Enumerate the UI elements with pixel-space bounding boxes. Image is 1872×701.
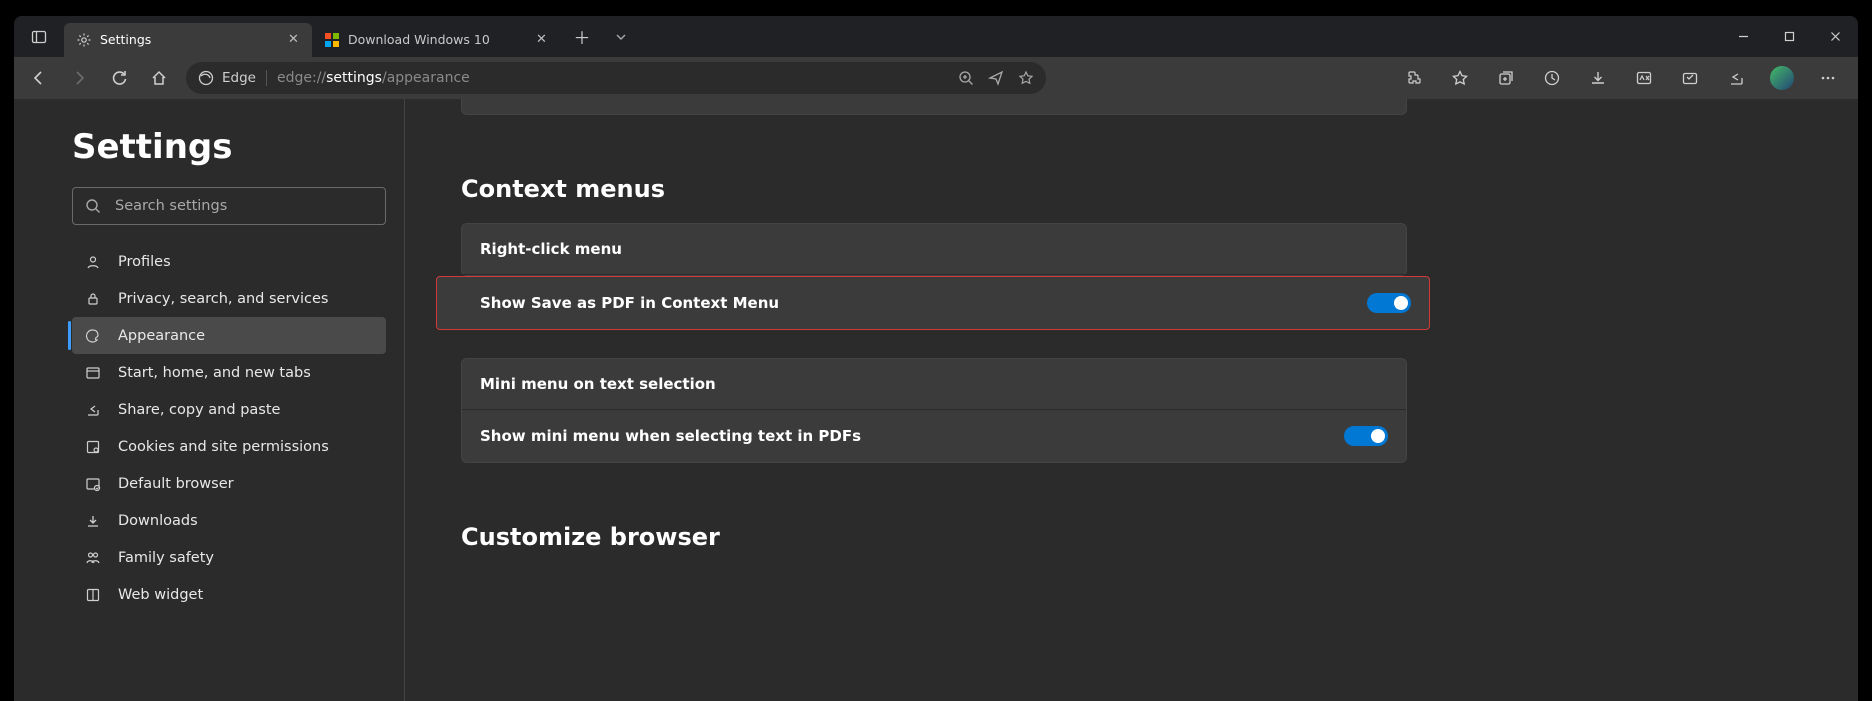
widget-icon — [84, 586, 102, 604]
sidebar-item-label: Family safety — [118, 550, 214, 566]
close-window-button[interactable] — [1812, 17, 1858, 57]
settings-sidebar: Settings Profiles Privacy, search, and s… — [14, 99, 405, 701]
tab-actions-button[interactable] — [14, 29, 64, 45]
gear-icon — [76, 32, 92, 48]
sidebar-item-label: Downloads — [118, 513, 198, 529]
windows-logo-icon — [324, 32, 340, 48]
close-icon[interactable]: ✕ — [533, 31, 550, 48]
sidebar-item-label: Share, copy and paste — [118, 402, 280, 418]
sidebar-item-label: Start, home, and new tabs — [118, 365, 311, 381]
tab-overflow-chevron[interactable] — [598, 17, 644, 57]
family-icon — [84, 549, 102, 567]
more-menu-button[interactable] — [1808, 59, 1848, 97]
share-icon[interactable] — [1716, 59, 1756, 97]
row-save-as-pdf: Show Save as PDF in Context Menu — [462, 277, 1429, 329]
tab-title: Download Windows 10 — [348, 32, 533, 47]
card-mini-menu: Mini menu on text selection Show mini me… — [461, 358, 1407, 463]
download-icon — [84, 512, 102, 530]
sidebar-item-label: Cookies and site permissions — [118, 439, 329, 455]
sidebar-item-label: Profiles — [118, 254, 171, 270]
forward-button[interactable] — [60, 59, 98, 97]
browser-icon — [84, 475, 102, 493]
site-identity[interactable]: Edge — [198, 70, 267, 86]
refresh-button[interactable] — [100, 59, 138, 97]
zoom-icon[interactable] — [958, 70, 974, 86]
row-label: Show Save as PDF in Context Menu — [480, 294, 779, 312]
card-header: Mini menu on text selection — [462, 359, 1406, 410]
edge-logo-icon — [198, 70, 214, 86]
toggle-save-pdf[interactable] — [1367, 293, 1411, 313]
search-icon — [85, 198, 101, 214]
sidebar-item-label: Appearance — [118, 328, 205, 344]
cookies-icon — [84, 438, 102, 456]
history-icon[interactable] — [1532, 59, 1572, 97]
title-bar: Settings ✕ Download Windows 10 ✕ ＋ — [14, 16, 1858, 57]
toolbar: Edge edge://settings/appearance — [14, 57, 1858, 99]
url-text: edge://settings/appearance — [277, 70, 470, 86]
tab-settings[interactable]: Settings ✕ — [64, 23, 312, 57]
sidebar-item-label: Default browser — [118, 476, 234, 492]
close-icon[interactable]: ✕ — [285, 31, 302, 48]
identity-label: Edge — [222, 70, 256, 86]
tab-download-windows[interactable]: Download Windows 10 ✕ — [312, 23, 560, 57]
sidebar-item-label: Web widget — [118, 587, 203, 603]
content-area: Settings Profiles Privacy, search, and s… — [14, 99, 1858, 701]
card-header: Right-click menu — [462, 224, 1406, 275]
minimize-button[interactable] — [1720, 17, 1766, 57]
section-heading-customize: Customize browser — [461, 523, 1818, 551]
sidebar-item-start[interactable]: Start, home, and new tabs — [72, 354, 386, 391]
favorites-icon[interactable] — [1440, 59, 1480, 97]
toolbar-icons — [1394, 59, 1852, 97]
back-button[interactable] — [20, 59, 58, 97]
sidebar-item-family[interactable]: Family safety — [72, 539, 386, 576]
browser-window: Settings ✕ Download Windows 10 ✕ ＋ — [14, 16, 1858, 701]
prev-card-edge — [461, 99, 1407, 115]
downloads-icon[interactable] — [1578, 59, 1618, 97]
favorite-star-icon[interactable] — [1018, 70, 1034, 86]
new-tab-button[interactable]: ＋ — [566, 21, 598, 53]
lock-icon — [84, 290, 102, 308]
sidebar-item-label: Privacy, search, and services — [118, 291, 328, 307]
screenshot-icon[interactable] — [1670, 59, 1710, 97]
home-button[interactable] — [140, 59, 178, 97]
maximize-button[interactable] — [1766, 17, 1812, 57]
page-title: Settings — [72, 127, 386, 167]
window-icon — [84, 364, 102, 382]
tab-title: Settings — [100, 32, 285, 47]
profile-icon — [84, 253, 102, 271]
sidebar-item-profiles[interactable]: Profiles — [72, 243, 386, 280]
toggle-mini-menu[interactable] — [1344, 426, 1388, 446]
appearance-icon — [84, 327, 102, 345]
extensions-icon[interactable] — [1394, 59, 1434, 97]
highlighted-row: Show Save as PDF in Context Menu — [436, 276, 1430, 330]
row-label: Show mini menu when selecting text in PD… — [480, 427, 861, 445]
card-right-click: Right-click menu — [461, 223, 1407, 276]
address-bar[interactable]: Edge edge://settings/appearance — [186, 62, 1046, 94]
sidebar-item-default-browser[interactable]: Default browser — [72, 465, 386, 502]
send-icon[interactable] — [988, 70, 1004, 86]
avatar-icon — [1770, 66, 1794, 90]
share-icon — [84, 401, 102, 419]
sidebar-item-appearance[interactable]: Appearance — [72, 317, 386, 354]
profile-avatar[interactable] — [1762, 59, 1802, 97]
tab-actions-icon — [31, 29, 47, 45]
sidebar-item-webwidget[interactable]: Web widget — [72, 576, 386, 613]
math-icon[interactable] — [1624, 59, 1664, 97]
settings-main[interactable]: Context menus Right-click menu Show Save… — [405, 99, 1858, 701]
window-controls — [1720, 17, 1858, 57]
sidebar-item-downloads[interactable]: Downloads — [72, 502, 386, 539]
search-settings[interactable] — [72, 187, 386, 225]
sidebar-item-share[interactable]: Share, copy and paste — [72, 391, 386, 428]
sidebar-item-privacy[interactable]: Privacy, search, and services — [72, 280, 386, 317]
row-mini-menu-pdf: Show mini menu when selecting text in PD… — [462, 410, 1406, 462]
search-input[interactable] — [115, 198, 373, 214]
sidebar-item-cookies[interactable]: Cookies and site permissions — [72, 428, 386, 465]
section-heading-context: Context menus — [461, 175, 1818, 203]
address-actions — [958, 70, 1034, 86]
collections-icon[interactable] — [1486, 59, 1526, 97]
